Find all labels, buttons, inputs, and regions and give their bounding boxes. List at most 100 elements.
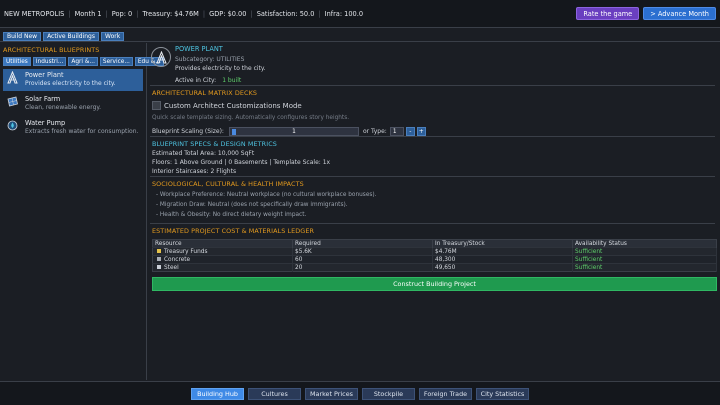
tab-work[interactable]: Work xyxy=(101,32,125,41)
increment-button[interactable]: + xyxy=(416,127,426,136)
stock-value: $4.76M xyxy=(432,247,573,256)
blueprint-name: Water Pump xyxy=(25,119,66,127)
custom-mode-label: Custom Architect Customizations Mode xyxy=(164,101,302,110)
matrix-decks-title: ARCHITECTURAL MATRIX DECKS xyxy=(152,89,258,97)
building-name: POWER PLANT xyxy=(175,45,223,53)
impact-line: - Migration Draw: Neutral (does not spec… xyxy=(156,202,348,208)
impacts-section: SOCIOLOGICAL, CULTURAL & HEALTH IMPACTS … xyxy=(150,177,715,224)
slider-value: 1 xyxy=(292,128,296,135)
nav-stockpile[interactable]: Stockpile xyxy=(362,387,415,400)
category-utilities[interactable]: Utilities xyxy=(3,57,31,66)
stock-value: 49,650 xyxy=(432,263,573,272)
col-status: Availability Status xyxy=(572,239,717,248)
active-count: 1 built xyxy=(222,77,242,84)
solar-panel-icon xyxy=(6,95,19,108)
col-resource: Resource xyxy=(152,239,293,248)
blueprints-panel: ARCHITECTURAL BLUEPRINTS Utilities Indus… xyxy=(0,43,164,380)
impacts-title: SOCIOLOGICAL, CULTURAL & HEALTH IMPACTS xyxy=(152,180,304,188)
table-row: Treasury Funds $5.6K $4.76M Sufficient xyxy=(152,247,717,256)
month-label: Month 1 xyxy=(74,9,102,18)
status-value: Sufficient xyxy=(572,247,717,256)
population-label: Pop: 0 xyxy=(111,9,133,18)
custom-mode-row: Custom Architect Customizations Mode xyxy=(152,101,715,110)
active-label: Active in City: xyxy=(175,77,217,84)
building-description: Provides electricity to the city. xyxy=(175,65,266,72)
ledger-table: Resource Required In Treasury/Stock Avai… xyxy=(152,239,717,272)
blueprint-desc: Provides electricity to the city. xyxy=(25,80,116,87)
stock-value: 48,300 xyxy=(432,255,573,264)
col-required: Required xyxy=(292,239,433,248)
blueprint-list: Power Plant Provides electricity to the … xyxy=(0,69,146,139)
resource-name: Treasury Funds xyxy=(164,248,208,255)
bottom-nav: Building Hub Cultures Market Prices Stoc… xyxy=(0,381,720,405)
blueprint-solar-farm[interactable]: Solar Farm Clean, renewable energy. xyxy=(3,93,143,115)
tab-build-new[interactable]: Build New xyxy=(3,32,42,41)
blueprint-name: Solar Farm xyxy=(25,95,61,103)
coin-icon xyxy=(157,249,161,253)
type-input[interactable]: 1 xyxy=(389,127,404,136)
matrix-decks-section: ARCHITECTURAL MATRIX DECKS Custom Archit… xyxy=(150,86,715,137)
nav-cultures[interactable]: Cultures xyxy=(248,387,301,400)
required-value: $5.6K xyxy=(292,247,433,256)
impact-line: - Health & Obesity: No direct dietary we… xyxy=(156,212,307,218)
spec-line: Estimated Total Area: 10,000 SqFt xyxy=(152,150,255,157)
table-row: Steel 20 49,650 Sufficient xyxy=(152,263,717,272)
required-value: 60 xyxy=(292,255,433,264)
scale-row: Blueprint Scaling (Size): 1 or Type: 1 -… xyxy=(152,127,715,136)
mode-tabs: Build New Active Buildings Work xyxy=(0,32,720,42)
scale-hint: Quick scale template sizing. Automatical… xyxy=(152,115,350,121)
blueprint-name: Power Plant xyxy=(25,71,64,79)
required-value: 20 xyxy=(292,263,433,272)
blueprint-desc: Clean, renewable energy. xyxy=(25,104,101,111)
status-value: Sufficient xyxy=(572,255,717,264)
custom-mode-checkbox[interactable] xyxy=(152,101,161,110)
col-stock: In Treasury/Stock xyxy=(432,239,573,248)
category-industrial[interactable]: Industri... xyxy=(32,57,67,66)
specs-section: BLUEPRINT SPECS & DESIGN METRICS Estimat… xyxy=(150,137,715,177)
tab-active-buildings[interactable]: Active Buildings xyxy=(43,32,99,41)
blueprints-title: ARCHITECTURAL BLUEPRINTS xyxy=(3,46,100,54)
advance-month-button[interactable]: > Advance Month xyxy=(643,7,716,20)
spec-line: Interior Staircases: 2 Flights xyxy=(152,168,237,175)
slider-handle[interactable] xyxy=(231,129,236,135)
blueprint-detail-panel: POWER PLANT Subcategory: UTILITIES Provi… xyxy=(148,43,720,380)
building-info: POWER PLANT Subcategory: UTILITIES Provi… xyxy=(150,43,715,86)
table-row: Concrete 60 48,300 Sufficient xyxy=(152,255,717,264)
building-subcategory: Subcategory: UTILITIES xyxy=(175,56,245,63)
category-services[interactable]: Service... xyxy=(99,57,133,66)
or-type-label: or Type: xyxy=(362,128,387,135)
blueprint-desc: Extracts fresh water for consumption. xyxy=(25,128,139,135)
ledger-title: ESTIMATED PROJECT COST & MATERIALS LEDGE… xyxy=(152,227,315,235)
resource-name: Concrete xyxy=(164,256,191,263)
gdp-label: GDP: $0.00 xyxy=(209,9,247,18)
satisfaction-label: Satisfaction: 50.0 xyxy=(256,9,315,18)
nav-market-prices[interactable]: Market Prices xyxy=(305,387,358,400)
nav-city-statistics[interactable]: City Statistics xyxy=(476,387,529,400)
status-value: Sufficient xyxy=(572,263,717,272)
scale-slider[interactable]: 1 xyxy=(228,127,359,136)
treasury-label: Treasury: $4.76M xyxy=(142,9,199,18)
steel-icon xyxy=(157,265,161,269)
water-pump-icon xyxy=(6,119,19,132)
decrement-button[interactable]: - xyxy=(405,127,415,136)
top-bar: NEW METROPOLIS | Month 1 | Pop: 0 | Treasur… xyxy=(0,0,720,28)
nav-foreign-trade[interactable]: Foreign Trade xyxy=(419,387,472,400)
power-plant-icon xyxy=(151,47,171,67)
scale-label: Blueprint Scaling (Size): xyxy=(152,128,224,135)
blueprint-power-plant[interactable]: Power Plant Provides electricity to the … xyxy=(3,69,143,91)
active-in-city: Active in City: 1 built xyxy=(175,77,266,84)
spec-line: Floors: 1 Above Ground | 0 Basements | T… xyxy=(152,159,331,166)
impact-line: - Workplace Preference: Neutral workplac… xyxy=(156,192,377,198)
blueprint-water-pump[interactable]: Water Pump Extracts fresh water for cons… xyxy=(3,117,143,139)
infra-label: Infra: 100.0 xyxy=(324,9,364,18)
ledger-section: ESTIMATED PROJECT COST & MATERIALS LEDGE… xyxy=(150,224,717,291)
resource-name: Steel xyxy=(164,264,179,271)
construct-building-button[interactable]: Construct Building Project xyxy=(152,277,717,291)
category-agriculture[interactable]: Agri &... xyxy=(68,57,98,66)
rate-game-button[interactable]: Rate the game xyxy=(576,7,640,20)
city-stats: NEW METROPOLIS | Month 1 | Pop: 0 | Treasur… xyxy=(4,9,364,18)
specs-title: BLUEPRINT SPECS & DESIGN METRICS xyxy=(152,140,277,148)
nav-building-hub[interactable]: Building Hub xyxy=(191,387,244,400)
power-plant-icon xyxy=(6,71,19,84)
concrete-icon xyxy=(157,257,161,261)
